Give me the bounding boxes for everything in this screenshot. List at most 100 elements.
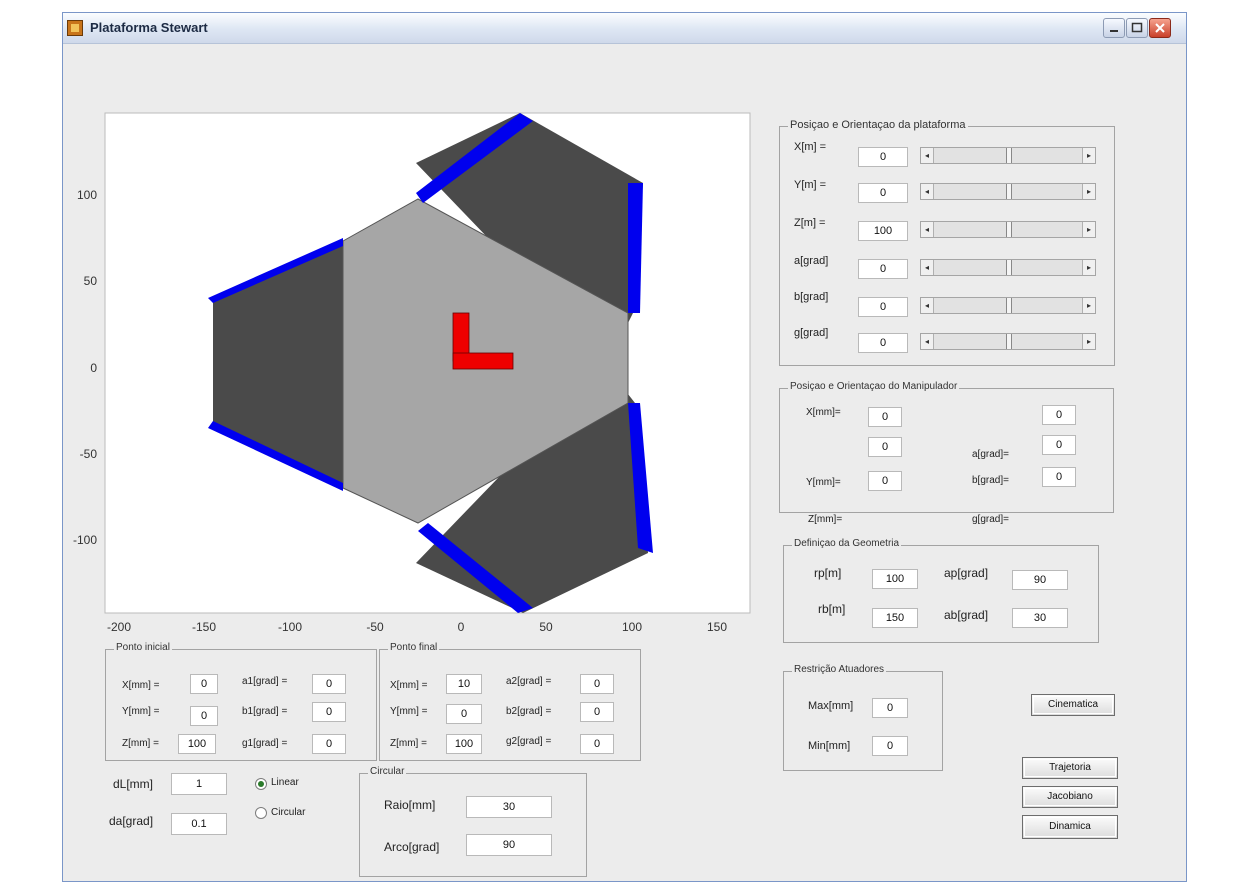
slider-thumb[interactable]	[1006, 298, 1012, 313]
slider-left-arrow[interactable]: ◂	[921, 222, 934, 237]
manip-label-x: X[mm]=	[806, 407, 841, 418]
end-label-a: a2[grad] =	[506, 676, 552, 687]
start-input-z[interactable]: 100	[178, 734, 216, 754]
slider-right-arrow[interactable]: ▸	[1082, 222, 1095, 237]
step-input-da[interactable]: 0.1	[171, 813, 227, 835]
radio-linear[interactable]	[255, 778, 267, 790]
slider-left-arrow[interactable]: ◂	[921, 148, 934, 163]
slider-thumb[interactable]	[1006, 334, 1012, 349]
manipulator-pose-panel: Posiçao e Orientaçao do Manipulador X[mm…	[779, 381, 1114, 525]
y-tick-label: 50	[84, 274, 98, 288]
minimize-button[interactable]	[1103, 18, 1125, 38]
pose-input-x[interactable]: 0	[858, 147, 908, 167]
pose-label-g: g[grad]	[794, 327, 829, 339]
group-title: Restrição Atuadores	[792, 664, 887, 675]
slider-thumb[interactable]	[1006, 148, 1012, 163]
matlab-icon	[67, 20, 83, 36]
limit-input-min[interactable]: 0	[872, 736, 908, 756]
start-label-z: Z[mm] =	[122, 738, 159, 749]
step-label-da: da[grad]	[109, 814, 154, 828]
manip-label-g: g[grad]=	[972, 514, 1009, 525]
start-label-x: X[mm] =	[122, 680, 160, 691]
platform-plot: -200 -150 -100 -50 0 50 100 150 100 50 0…	[73, 112, 751, 634]
start-input-y[interactable]: 0	[190, 706, 218, 726]
start-input-g[interactable]: 0	[312, 734, 346, 754]
slider-left-arrow[interactable]: ◂	[921, 334, 934, 349]
slider-thumb[interactable]	[1006, 184, 1012, 199]
end-input-b[interactable]: 0	[580, 702, 614, 722]
start-input-a[interactable]: 0	[312, 674, 346, 694]
geometry-input-rp[interactable]: 100	[872, 569, 918, 589]
pose-input-z[interactable]: 100	[858, 221, 908, 241]
title-bar[interactable]: Plataforma Stewart	[63, 13, 1186, 44]
pose-slider-x[interactable]: ◂ ▸	[920, 147, 1096, 164]
end-label-b: b2[grad] =	[506, 706, 552, 717]
slider-right-arrow[interactable]: ▸	[1082, 298, 1095, 313]
pose-slider-g[interactable]: ◂ ▸	[920, 333, 1096, 350]
geometry-input-ap[interactable]: 90	[1012, 570, 1068, 590]
y-tick-label: 100	[77, 188, 97, 202]
pose-input-b[interactable]: 0	[858, 297, 908, 317]
slider-right-arrow[interactable]: ▸	[1082, 184, 1095, 199]
slider-right-arrow[interactable]: ▸	[1082, 260, 1095, 275]
end-input-y[interactable]: 0	[446, 704, 482, 724]
x-tick-label: -200	[107, 620, 131, 634]
pose-slider-a[interactable]: ◂ ▸	[920, 259, 1096, 276]
step-input-dl[interactable]: 1	[171, 773, 227, 795]
dinamica-button[interactable]: Dinamica	[1022, 815, 1118, 839]
cinematica-button[interactable]: Cinematica	[1031, 694, 1115, 716]
window-title: Plataforma Stewart	[90, 20, 208, 35]
geometry-input-rb[interactable]: 150	[872, 608, 918, 628]
actuator-limits-panel: Restrição Atuadores Max[mm] 0 Min[mm] 0	[783, 664, 943, 771]
end-input-g[interactable]: 0	[580, 734, 614, 754]
end-point-panel: Ponto final X[mm] = 10 Y[mm] = 0 Z[mm] =…	[379, 642, 641, 761]
radio-circular-label[interactable]: Circular	[271, 807, 305, 818]
geometry-label-ap: ap[grad]	[944, 566, 989, 580]
end-input-a[interactable]: 0	[580, 674, 614, 694]
pose-label-z: Z[m] =	[794, 217, 826, 229]
slider-thumb[interactable]	[1006, 260, 1012, 275]
trajetoria-button[interactable]: Trajetoria	[1022, 757, 1118, 779]
pose-slider-z[interactable]: ◂ ▸	[920, 221, 1096, 238]
slider-thumb[interactable]	[1006, 222, 1012, 237]
circular-label-arco: Arco[grad]	[384, 840, 440, 854]
start-input-b[interactable]: 0	[312, 702, 346, 722]
pose-slider-b[interactable]: ◂ ▸	[920, 297, 1096, 314]
slider-right-arrow[interactable]: ▸	[1082, 148, 1095, 163]
pose-input-a[interactable]: 0	[858, 259, 908, 279]
app-window: Plataforma Stewart -200 -150 -100 -50 0 …	[62, 12, 1187, 882]
jacobiano-button[interactable]: Jacobiano	[1022, 786, 1118, 808]
start-input-x[interactable]: 0	[190, 674, 218, 694]
end-input-z[interactable]: 100	[446, 734, 482, 754]
pose-label-y: Y[m] =	[794, 179, 827, 191]
start-label-y: Y[mm] =	[122, 706, 160, 717]
manip-output-g: 0	[1042, 467, 1076, 487]
pose-slider-y[interactable]: ◂ ▸	[920, 183, 1096, 200]
group-title: Circular	[368, 766, 407, 777]
end-input-x[interactable]: 10	[446, 674, 482, 694]
geometry-input-ab[interactable]: 30	[1012, 608, 1068, 628]
slider-left-arrow[interactable]: ◂	[921, 184, 934, 199]
end-label-z: Z[mm] =	[390, 738, 427, 749]
pose-input-y[interactable]: 0	[858, 183, 908, 203]
pose-label-x: X[m] =	[794, 141, 827, 153]
close-button[interactable]	[1149, 18, 1171, 38]
pose-input-g[interactable]: 0	[858, 333, 908, 353]
x-tick-label: 0	[458, 620, 465, 634]
circular-input-arco[interactable]: 90	[466, 834, 552, 856]
x-tick-label: 150	[707, 620, 727, 634]
maximize-button[interactable]	[1126, 18, 1148, 38]
radio-linear-label[interactable]: Linear	[271, 777, 299, 788]
manip-output-a: 0	[1042, 405, 1076, 425]
radio-circular[interactable]	[255, 807, 267, 819]
manip-output-y: 0	[868, 437, 902, 457]
circular-input-raio[interactable]: 30	[466, 796, 552, 818]
slider-left-arrow[interactable]: ◂	[921, 298, 934, 313]
slider-left-arrow[interactable]: ◂	[921, 260, 934, 275]
slider-right-arrow[interactable]: ▸	[1082, 334, 1095, 349]
limit-label-min: Min[mm]	[808, 740, 851, 752]
limit-input-max[interactable]: 0	[872, 698, 908, 718]
geometry-label-rb: rb[m]	[818, 602, 846, 616]
pose-label-a: a[grad]	[794, 255, 829, 267]
start-label-b: b1[grad] =	[242, 706, 288, 717]
